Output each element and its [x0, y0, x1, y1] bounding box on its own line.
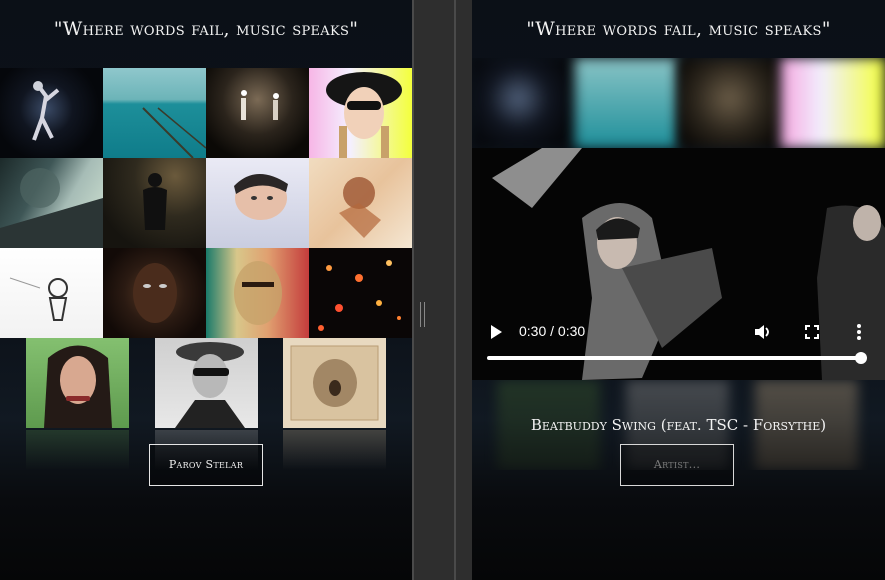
tile-pop-art-face[interactable]	[206, 248, 309, 338]
tile-bokeh-lights[interactable]	[309, 248, 412, 338]
reflection	[26, 430, 129, 470]
tile-hat-sunglasses[interactable]	[309, 68, 412, 158]
more-options-icon[interactable]	[856, 324, 862, 340]
tile-woman-portrait[interactable]	[103, 248, 206, 338]
tile-woman-green-bg[interactable]	[26, 338, 129, 428]
artist-input[interactable]: Artist...	[620, 444, 734, 486]
time-display: 0:30 / 0:30	[519, 323, 586, 339]
tile-sea-pier[interactable]	[103, 68, 206, 158]
tile-silhouette-man[interactable]	[103, 158, 206, 248]
left-panel: "Where words fail, music speaks" Parov S…	[0, 0, 412, 580]
tile-concert-stage[interactable]	[206, 68, 309, 158]
tile-illustrated-figure[interactable]	[309, 158, 412, 248]
video-progress-bar[interactable]	[487, 356, 862, 360]
tile-boy-pillow[interactable]	[206, 158, 309, 248]
split-divider[interactable]	[412, 0, 472, 580]
tile-dancer-dark[interactable]	[0, 68, 103, 158]
video-player[interactable]: 0:30 / 0:30	[472, 148, 885, 380]
right-panel: "Where words fail, music speaks" 0:30 / …	[472, 0, 885, 580]
blurred-album-strip	[472, 58, 885, 148]
video-progress-thumb[interactable]	[855, 352, 867, 364]
video-frame	[472, 148, 885, 380]
tile-train-smoke[interactable]	[0, 158, 103, 248]
artist-button[interactable]: Parov Stelar	[149, 444, 263, 486]
tile-vintage-card[interactable]	[283, 338, 386, 428]
tile-man-hat-bw[interactable]	[155, 338, 258, 428]
song-title: Beatbuddy Swing (feat. TSC - Forsythe)	[530, 416, 827, 434]
reflection	[283, 430, 386, 470]
quote-heading: "Where words fail, music speaks"	[526, 18, 831, 40]
tile-sketch-drawing[interactable]	[0, 248, 103, 338]
volume-icon[interactable]	[754, 324, 772, 340]
quote-heading: "Where words fail, music speaks"	[53, 18, 359, 40]
fullscreen-icon[interactable]	[805, 325, 819, 339]
divider-grip-icon[interactable]	[420, 302, 425, 327]
play-icon[interactable]	[489, 325, 503, 339]
